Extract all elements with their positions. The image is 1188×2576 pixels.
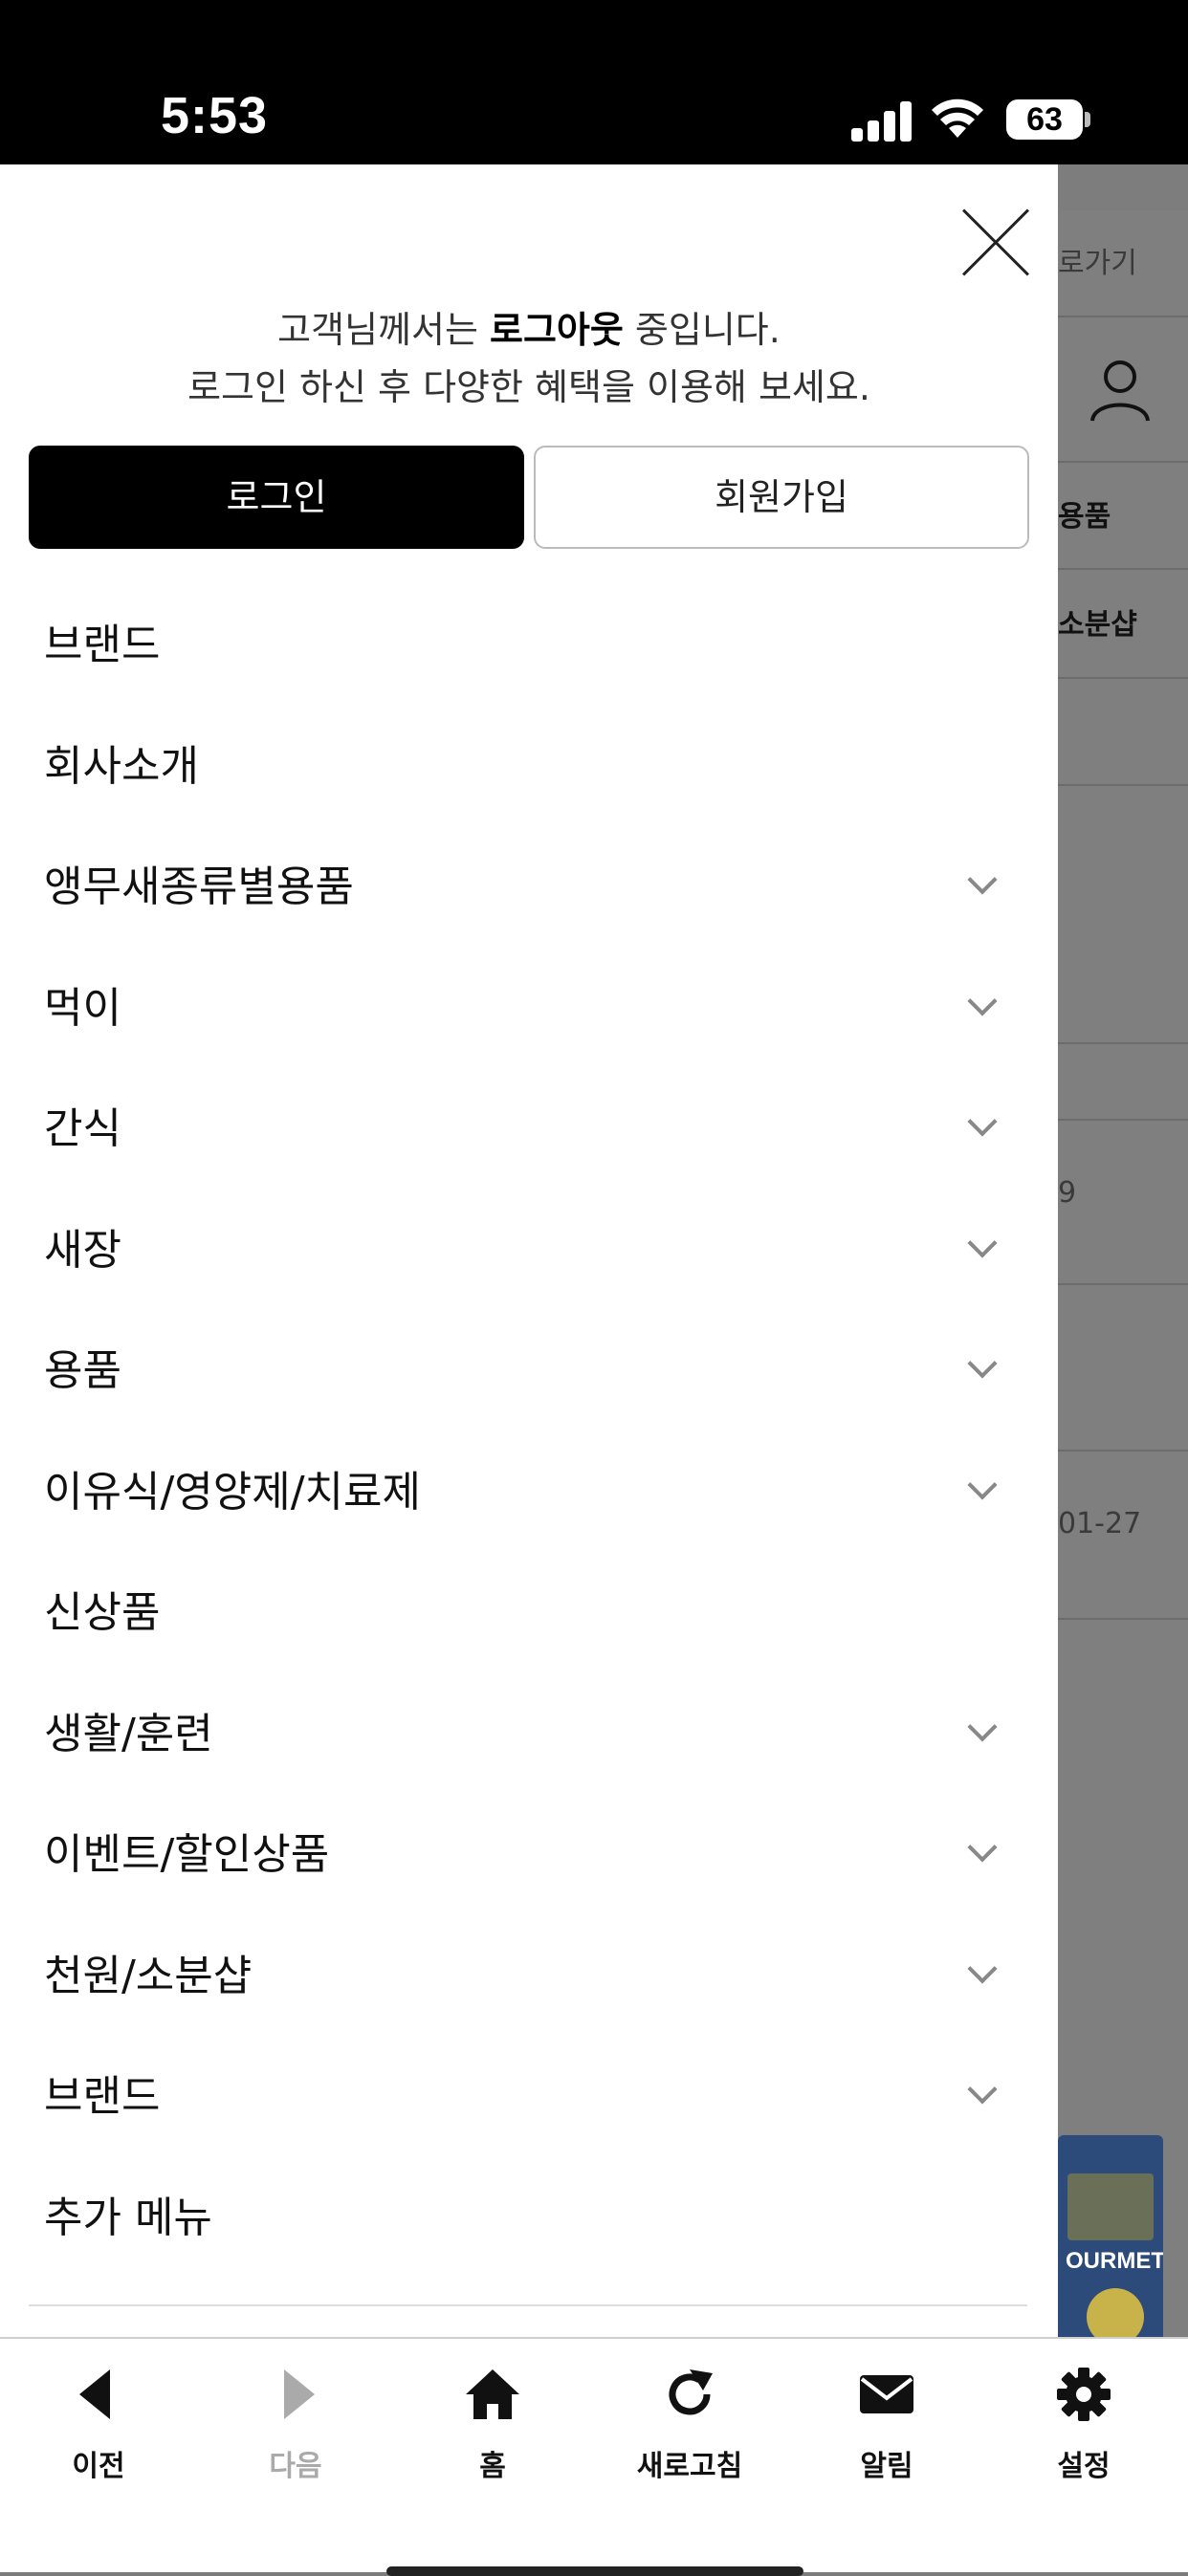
menu-item[interactable]: 간식 (0, 1059, 1058, 1180)
tab-label: 새로고침 (636, 2450, 743, 2483)
tab-label: 이전 (72, 2450, 125, 2483)
menu-item-label: 추가 메뉴 (44, 2194, 212, 2242)
battery-nub (1085, 112, 1090, 127)
bg-back-link: 로가기 (1058, 247, 1137, 280)
mail-icon (860, 2375, 913, 2413)
menu-item-label: 새장 (44, 1226, 121, 1275)
menu-item-label: 천원/소분샵 (44, 1952, 253, 2000)
menu-item[interactable]: 앵무새종류별용품 (0, 818, 1058, 938)
bg-divider (1058, 461, 1188, 463)
tab-back[interactable]: 이전 (0, 2339, 197, 2492)
menu-item-label: 생활/훈련 (44, 1710, 213, 1758)
tab-label: 설정 (1057, 2450, 1111, 2483)
menu-item[interactable]: 브랜드 (0, 2027, 1058, 2148)
menu-item-label: 먹이 (44, 984, 121, 1033)
menu-item[interactable]: 브랜드 (0, 576, 1058, 696)
menu-item-label: 이벤트/할인상품 (44, 1830, 330, 1879)
menu-item[interactable]: 추가 메뉴 (0, 2149, 1058, 2269)
product-seeds-graphic (1067, 2173, 1154, 2240)
menu-item[interactable]: 이유식/영양제/치료제 (0, 1423, 1058, 1543)
forward-triangle-icon (284, 2369, 315, 2419)
menu-item-label: 브랜드 (44, 621, 161, 669)
back-triangle-icon (79, 2369, 110, 2419)
menu-item[interactable]: 천원/소분샵 (0, 1907, 1058, 2027)
signup-button[interactable]: 회원가입 (534, 446, 1029, 549)
status-bar: 5:53 63 (0, 0, 1188, 164)
tab-label: 홈 (479, 2450, 506, 2483)
greeting-prefix: 고객님께서는 (277, 309, 490, 351)
status-time: 5:53 (161, 87, 269, 144)
menu-item[interactable]: 새장 (0, 1181, 1058, 1301)
battery-icon: 63 (1006, 99, 1083, 140)
menu-divider (29, 2304, 1027, 2306)
wifi-icon (932, 98, 983, 138)
user-icon (1090, 360, 1150, 422)
greeting-suffix: 중입니다. (623, 309, 781, 351)
product-label: OURMET (1066, 2248, 1163, 2274)
menu-item[interactable]: 회사소개 (0, 697, 1058, 818)
bg-divider (1058, 316, 1188, 317)
gear-icon (1057, 2368, 1111, 2421)
bg-divider (1058, 568, 1188, 570)
greeting-status: 로그아웃 (490, 309, 624, 351)
bg-divider (1058, 1119, 1188, 1121)
menu-item-label: 간식 (44, 1104, 121, 1153)
bg-divider (1058, 1283, 1188, 1285)
background-page: 로가기 용품 소분샵 9 01-27 OURMET (1058, 210, 1188, 2337)
bg-divider (1058, 1042, 1188, 1044)
cellular-signal-icon (851, 99, 913, 142)
bg-date-text: 01-27 (1058, 1507, 1142, 1540)
menu-item-label: 용품 (44, 1346, 121, 1395)
chevron-down-icon[interactable] (967, 1106, 998, 1137)
tab-forward[interactable]: 다음 (197, 2339, 394, 2492)
menu-item[interactable]: 이벤트/할인상품 (0, 1785, 1058, 1906)
bg-number-text: 9 (1058, 1176, 1077, 1210)
menu-item-label: 회사소개 (44, 742, 199, 791)
menu-item-label: 이유식/영양제/치료제 (44, 1468, 421, 1517)
menu-item[interactable]: 용품 (0, 1301, 1058, 1422)
tab-refresh[interactable]: 새로고침 (591, 2339, 788, 2492)
menu-item-label: 신상품 (44, 1588, 161, 1637)
tab-settings[interactable]: 설정 (985, 2339, 1182, 2492)
chevron-down-icon[interactable] (967, 864, 998, 895)
login-benefit-text: 로그인 하신 후 다양한 혜택을 이용해 보세요. (187, 366, 870, 408)
close-icon[interactable] (961, 208, 1030, 277)
bg-divider (1058, 1450, 1188, 1452)
menu-item[interactable]: 신상품 (0, 1543, 1058, 1664)
bottom-tab-bar: 이전 다음 홈 새로고침 알림 설정 (0, 2337, 1188, 2572)
bg-product-image: OURMET (1058, 2135, 1163, 2337)
chevron-down-icon[interactable] (967, 1954, 998, 1984)
bg-category-text: 소분샵 (1058, 608, 1137, 642)
tab-label: 알림 (860, 2450, 913, 2483)
chevron-down-icon[interactable] (967, 1832, 998, 1863)
chevron-down-icon[interactable] (967, 1470, 998, 1500)
bg-divider (1058, 784, 1188, 786)
menu-item[interactable]: 생활/훈련 (0, 1665, 1058, 1785)
login-button[interactable]: 로그인 (29, 446, 524, 549)
menu-item-label: 앵무새종류별용품 (44, 862, 354, 911)
product-bird-graphic (1087, 2288, 1144, 2337)
chevron-down-icon[interactable] (967, 986, 998, 1016)
menu-item-label: 브랜드 (44, 2072, 161, 2121)
tab-notifications[interactable]: 알림 (788, 2339, 985, 2492)
refresh-icon (669, 2369, 713, 2415)
tab-label: 다음 (269, 2450, 322, 2483)
bg-divider (1058, 677, 1188, 679)
home-icon (466, 2369, 519, 2419)
tab-home[interactable]: 홈 (394, 2339, 591, 2492)
chevron-down-icon[interactable] (967, 1712, 998, 1742)
home-indicator (386, 2566, 803, 2576)
chevron-down-icon[interactable] (967, 2074, 998, 2105)
login-status-text: 고객님께서는 로그아웃 중입니다. (0, 300, 1058, 353)
bg-divider (1058, 1618, 1188, 1620)
bg-category-text: 용품 (1058, 500, 1111, 534)
chevron-down-icon[interactable] (967, 1348, 998, 1379)
chevron-down-icon[interactable] (967, 1228, 998, 1258)
menu-item[interactable]: 먹이 (0, 939, 1058, 1059)
